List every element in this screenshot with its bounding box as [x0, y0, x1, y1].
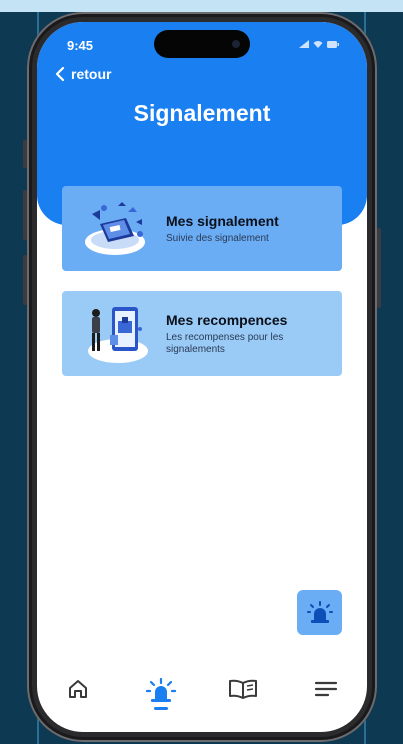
card-mes-signalement[interactable]: Mes signalement Suivie des signalement	[62, 186, 342, 271]
siren-icon	[306, 600, 333, 623]
bottom-tab-bar	[37, 677, 367, 722]
status-icons	[299, 40, 339, 48]
battery-icon	[327, 40, 339, 48]
back-button[interactable]: retour	[55, 66, 111, 82]
menu-icon	[314, 681, 337, 697]
tab-menu[interactable]	[306, 677, 346, 717]
phone-screen: 9:45 retour Signalement Mes signalement …	[37, 22, 367, 732]
desktop-top-band	[0, 0, 403, 12]
home-icon	[69, 680, 88, 698]
tab-signalement[interactable]	[141, 677, 181, 717]
book-icon	[229, 679, 258, 699]
card-mes-recompences[interactable]: Mes recompences Les recompenses pour les…	[62, 291, 342, 376]
status-time: 9:45	[67, 38, 94, 53]
page-title: Signalement	[133, 100, 271, 126]
dynamic-island	[154, 30, 250, 58]
volume-up-button	[23, 190, 27, 240]
card-subtitle: Suivie des signalement	[166, 232, 269, 244]
signal-icon	[299, 40, 309, 48]
siren-icon	[145, 677, 176, 702]
volume-down-button	[23, 255, 27, 305]
card-title: Mes recompences	[166, 311, 288, 328]
tab-guide[interactable]	[223, 677, 263, 717]
back-label: retour	[71, 66, 112, 82]
rewards-illustration-icon	[88, 306, 148, 363]
chevron-left-icon	[55, 67, 65, 81]
wifi-icon	[313, 41, 323, 48]
active-tab-indicator	[153, 707, 168, 710]
card-subtitle: Les recompenses pour les signalements	[166, 331, 284, 355]
tab-home[interactable]	[58, 677, 98, 717]
card-title: Mes signalement	[166, 212, 279, 229]
reports-illustration-icon	[85, 201, 145, 255]
silent-switch	[23, 140, 27, 168]
power-button	[377, 228, 381, 308]
report-siren-fab[interactable]	[297, 590, 342, 635]
